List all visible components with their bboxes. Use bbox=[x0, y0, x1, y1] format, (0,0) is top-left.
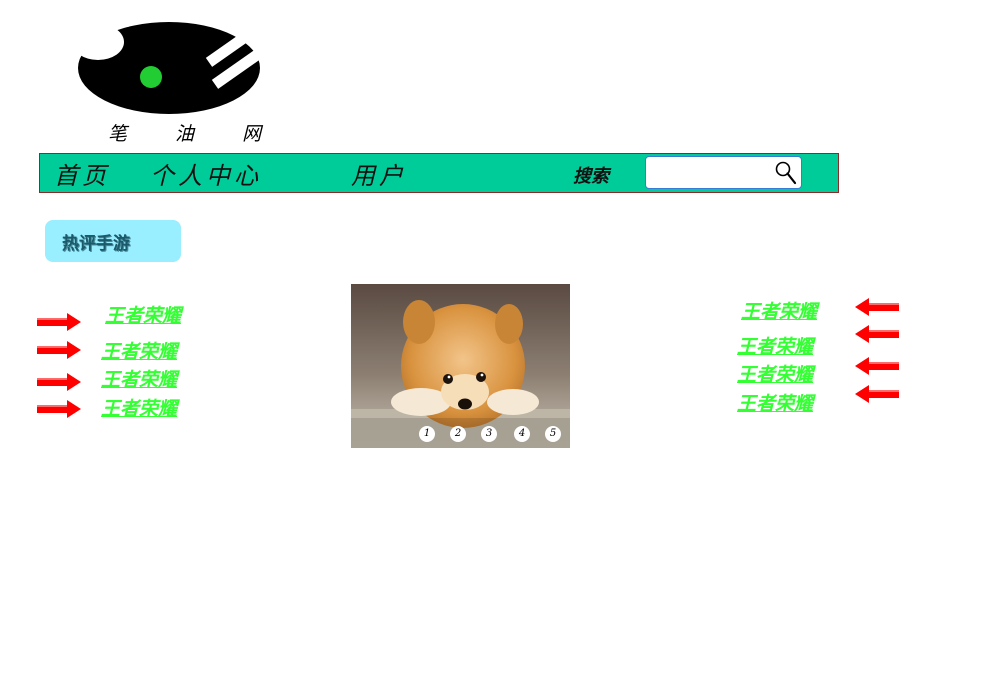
image-carousel[interactable]: 1 2 3 4 5 bbox=[351, 284, 570, 448]
carousel-dot[interactable]: 1 bbox=[419, 426, 435, 442]
left-game-link[interactable]: 王者荣耀 bbox=[101, 394, 177, 421]
left-game-link[interactable]: 王者荣耀 bbox=[101, 365, 177, 392]
site-logo[interactable] bbox=[76, 20, 262, 116]
nav-personal-center[interactable]: 个人中心 bbox=[150, 156, 262, 191]
section-title: 热评手游 bbox=[62, 234, 130, 254]
right-game-link[interactable]: 王者荣耀 bbox=[737, 389, 813, 416]
right-game-link[interactable]: 王者荣耀 bbox=[741, 297, 817, 324]
arrow-left-icon bbox=[855, 298, 899, 316]
section-badge: 热评手游 bbox=[45, 220, 181, 262]
magnifier-icon[interactable] bbox=[774, 160, 798, 186]
logo-text: 笔 油 网 bbox=[108, 123, 283, 145]
arrow-left-icon bbox=[855, 385, 899, 403]
right-game-link[interactable]: 王者荣耀 bbox=[737, 360, 813, 387]
arrow-right-icon bbox=[37, 341, 81, 359]
carousel-dot[interactable]: 3 bbox=[481, 426, 497, 442]
nav-home[interactable]: 首页 bbox=[54, 156, 110, 191]
main-nav: 首页 个人中心 用户 搜索 bbox=[39, 153, 839, 193]
carousel-dot[interactable]: 2 bbox=[450, 426, 466, 442]
left-game-link[interactable]: 王者荣耀 bbox=[101, 337, 177, 364]
left-game-link[interactable]: 王者荣耀 bbox=[105, 301, 181, 328]
search-box bbox=[645, 156, 802, 189]
logo-palette-icon bbox=[76, 22, 261, 114]
nav-user[interactable]: 用户 bbox=[351, 156, 407, 191]
puppy-image bbox=[351, 284, 570, 448]
arrow-right-icon bbox=[37, 373, 81, 391]
carousel-dot[interactable]: 4 bbox=[514, 426, 530, 442]
carousel-dot[interactable]: 5 bbox=[545, 426, 561, 442]
arrow-right-icon bbox=[37, 313, 81, 331]
arrow-right-icon bbox=[37, 400, 81, 418]
arrow-left-icon bbox=[855, 325, 899, 343]
arrow-left-icon bbox=[855, 357, 899, 375]
search-input[interactable] bbox=[650, 161, 774, 185]
search-label: 搜索 bbox=[573, 166, 609, 187]
right-game-link[interactable]: 王者荣耀 bbox=[737, 332, 813, 359]
